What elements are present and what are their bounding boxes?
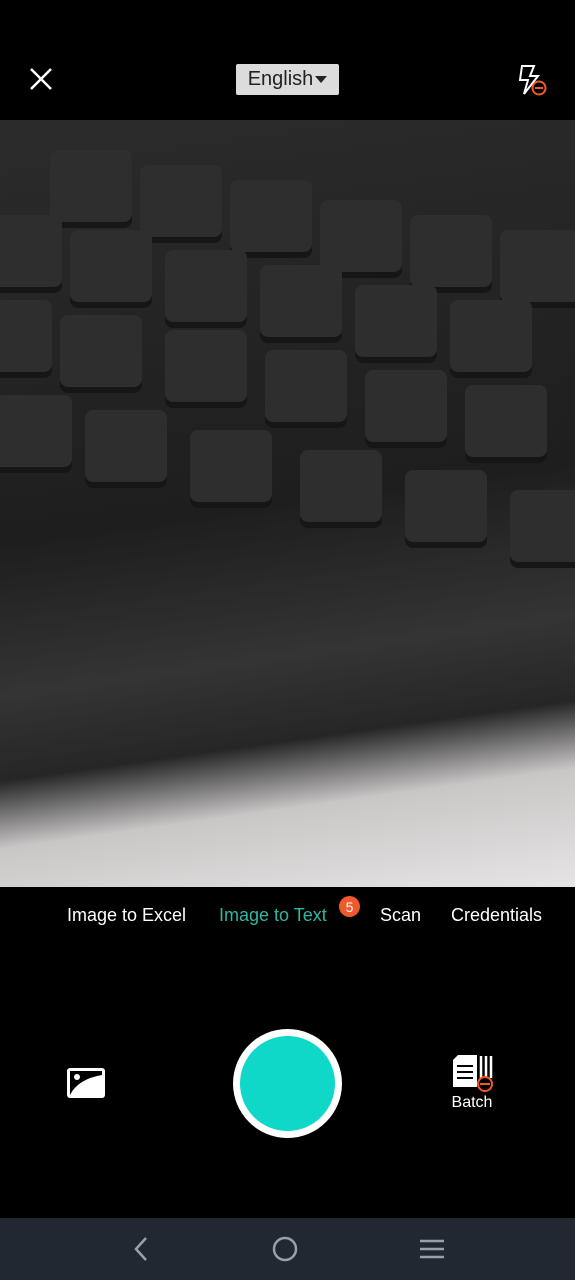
camera-viewfinder[interactable] (0, 120, 575, 887)
caret-down-icon (315, 76, 328, 83)
shutter-button[interactable] (233, 1029, 342, 1138)
batch-button[interactable]: Batch (440, 1054, 504, 1120)
system-nav-bar (0, 1218, 575, 1280)
mode-image-to-excel[interactable]: Image to Excel (67, 905, 186, 926)
mode-image-to-text[interactable]: Image to Text (219, 905, 327, 926)
count-badge: 5 (339, 896, 360, 917)
mode-credentials[interactable]: Credentials (451, 905, 542, 926)
close-icon[interactable] (28, 66, 54, 92)
menu-icon[interactable] (418, 1237, 446, 1261)
batch-label: Batch (451, 1094, 493, 1111)
language-dropdown[interactable]: English (236, 64, 339, 95)
mode-selector: Image to Excel Image to Text Scan Creden… (0, 905, 575, 935)
back-icon[interactable] (129, 1235, 153, 1263)
top-bar: English (0, 0, 575, 120)
mode-scan[interactable]: Scan (380, 905, 421, 926)
batch-icon (453, 1055, 493, 1092)
flash-off-icon[interactable] (514, 64, 550, 98)
home-icon[interactable] (271, 1235, 299, 1263)
language-label: English (247, 68, 314, 90)
gallery-icon[interactable] (66, 1067, 106, 1099)
